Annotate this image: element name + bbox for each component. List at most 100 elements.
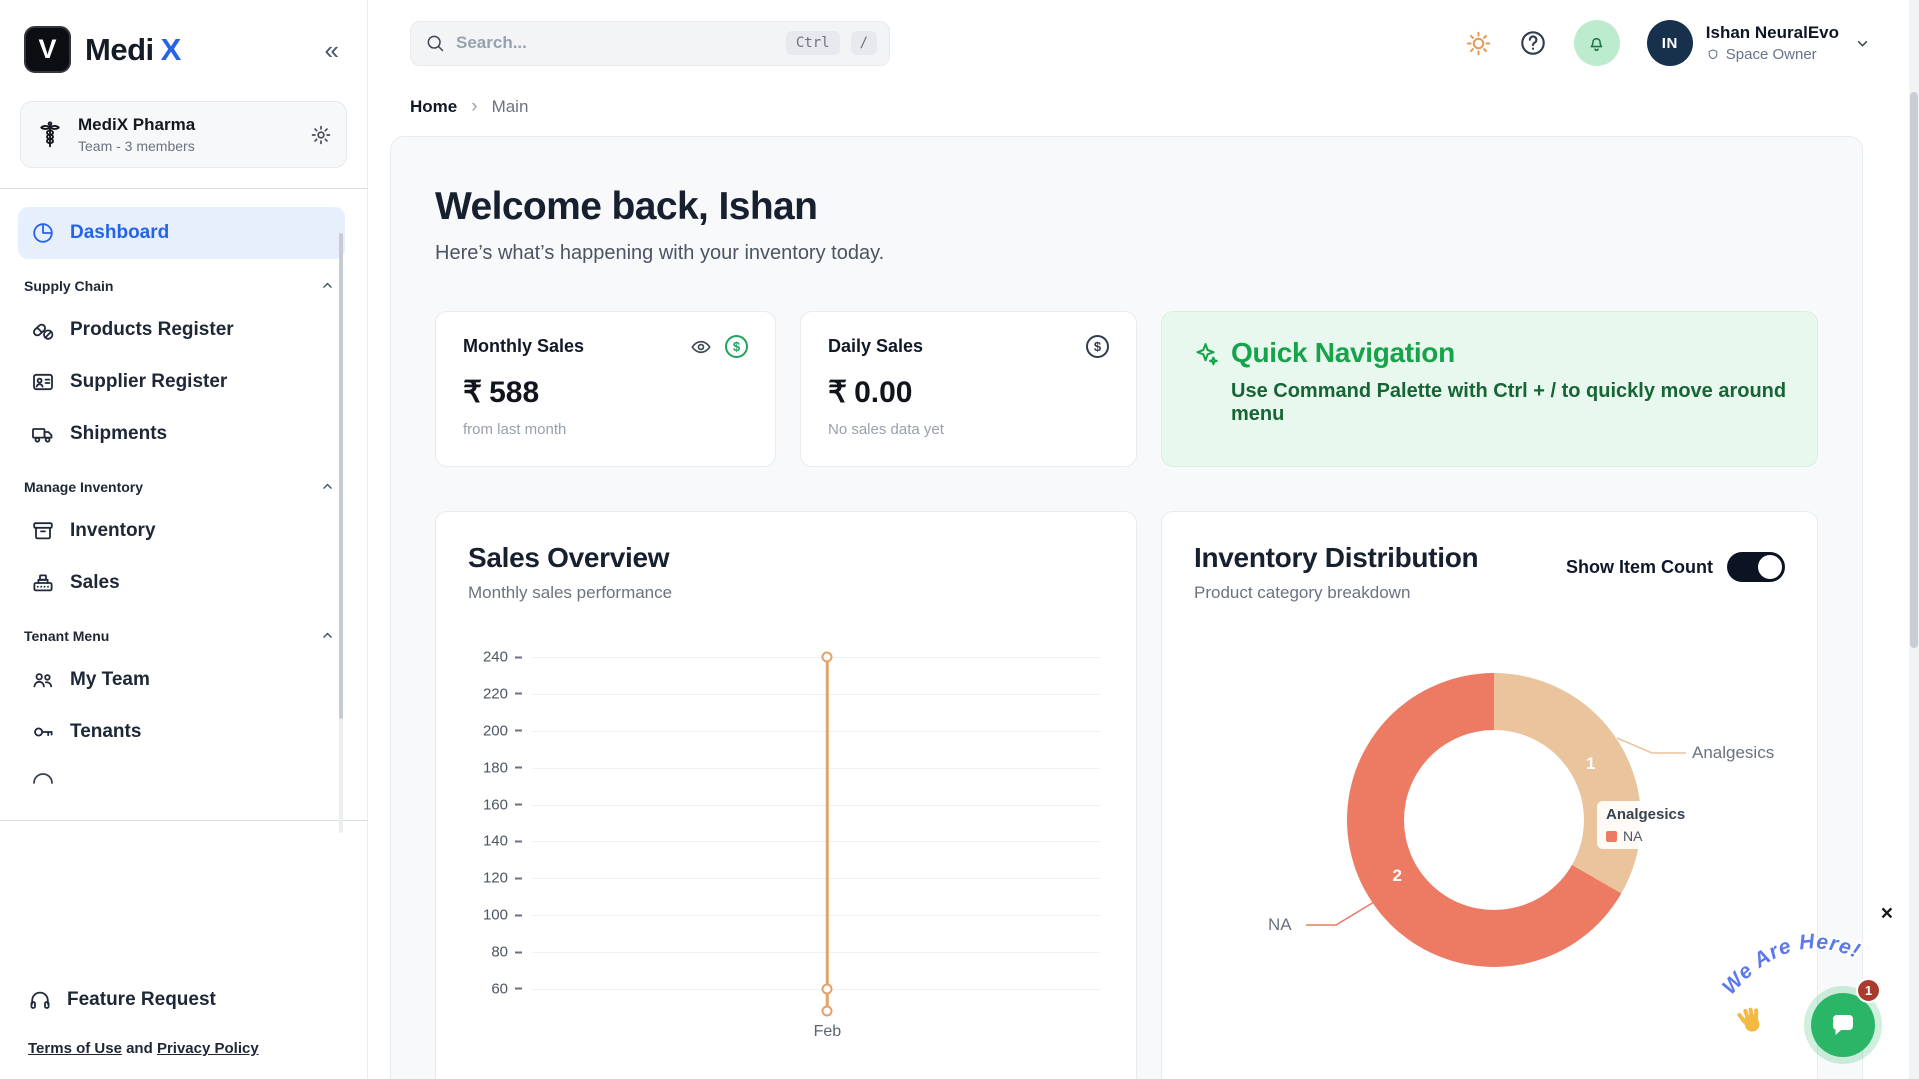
- sidebar-item-products-register[interactable]: Products Register: [18, 304, 345, 356]
- inventory-subtitle: Product category breakdown: [1194, 583, 1478, 603]
- quick-nav-description: Use Command Palette with Ctrl + / to qui…: [1231, 380, 1787, 426]
- sales-overview-subtitle: Monthly sales performance: [468, 583, 1104, 603]
- team-subtitle: Team - 3 members: [78, 138, 195, 154]
- sidebar-item-label: My Team: [70, 669, 150, 691]
- inventory-title: Inventory Distribution: [1194, 542, 1478, 574]
- daily-sales-title: Daily Sales: [828, 336, 923, 357]
- user-info: Ishan NeuralEvo Space Owner: [1706, 23, 1839, 63]
- dashboard-content: Welcome back, Ishan Here’s what’s happen…: [390, 136, 1863, 1079]
- brand-name: MediX: [85, 32, 181, 68]
- daily-sales-amount: 0.00: [854, 376, 912, 410]
- charts-row: Sales Overview Monthly sales performance…: [435, 511, 1818, 1079]
- user-name: Ishan NeuralEvo: [1706, 23, 1839, 43]
- app-window: V MediX « MediX Pharma Team - 3 members: [0, 0, 1919, 1079]
- sidebar-scrollbar-thumb[interactable]: [339, 233, 343, 719]
- donut-label-analgesics: Analgesics: [1692, 743, 1774, 763]
- section-label: Tenant Menu: [24, 628, 109, 644]
- sidebar: V MediX « MediX Pharma Team - 3 members: [0, 0, 368, 1079]
- clipped-item-icon: [31, 768, 55, 784]
- donut-label-na: NA: [1268, 915, 1292, 935]
- breadcrumb-current: Main: [492, 97, 529, 117]
- keycap-ctrl: Ctrl: [786, 31, 840, 55]
- terms-of-use-link[interactable]: Terms of Use: [28, 1040, 122, 1057]
- sidebar-item-label: Supplier Register: [70, 371, 227, 393]
- nav-item-partial[interactable]: [18, 768, 345, 784]
- sidebar-item-label: Sales: [70, 572, 120, 594]
- keycap-slash: /: [851, 31, 877, 55]
- section-manage-inventory[interactable]: Manage Inventory: [18, 460, 345, 505]
- quick-navigation-card: Quick Navigation Use Command Palette wit…: [1161, 311, 1818, 467]
- cash-register-icon: [31, 571, 55, 595]
- daily-sales-value: ₹0.00: [828, 375, 1109, 410]
- headphones-icon: [28, 988, 52, 1012]
- sidebar-item-dashboard[interactable]: Dashboard: [18, 207, 345, 259]
- privacy-policy-link[interactable]: Privacy Policy: [157, 1040, 259, 1057]
- sidebar-collapse-icon[interactable]: «: [321, 33, 343, 67]
- daily-sales-card: Daily Sales $ ₹0.00 No sales data yet: [800, 311, 1137, 467]
- user-role: Space Owner: [1706, 46, 1839, 63]
- breadcrumb-separator: ›: [471, 96, 477, 118]
- search-input[interactable]: [456, 33, 775, 53]
- svg-text:We Are Here!: We Are Here!: [1713, 925, 1868, 1001]
- ledger-card-icon: [31, 370, 55, 394]
- team-selector[interactable]: MediX Pharma Team - 3 members: [20, 101, 347, 168]
- sidebar-item-label: Tenants: [70, 721, 141, 743]
- shield-icon: [1706, 48, 1720, 62]
- feature-request-button[interactable]: Feature Request: [28, 988, 339, 1012]
- sidebar-item-label: Inventory: [70, 520, 156, 542]
- sidebar-footer: Feature Request Terms of Use and Privacy…: [0, 988, 367, 1079]
- rupee-symbol: ₹: [463, 375, 482, 410]
- search-icon: [425, 33, 445, 53]
- breadcrumb-home[interactable]: Home: [410, 97, 457, 117]
- show-item-count-toggle[interactable]: [1727, 552, 1785, 582]
- team-info: MediX Pharma Team - 3 members: [78, 115, 195, 154]
- team-settings-gear-icon[interactable]: [310, 124, 332, 146]
- tooltip-series: Analgesics: [1606, 806, 1685, 823]
- sales-overview-card: Sales Overview Monthly sales performance…: [435, 511, 1137, 1079]
- user-role-label: Space Owner: [1726, 46, 1817, 63]
- sidebar-item-tenants[interactable]: Tenants: [18, 706, 345, 758]
- sidebar-item-supplier-register[interactable]: Supplier Register: [18, 356, 345, 408]
- theme-toggle-sun-icon[interactable]: [1465, 30, 1492, 57]
- notifications-bell-icon[interactable]: [1574, 20, 1620, 66]
- legal-links: Terms of Use and Privacy Policy: [28, 1040, 339, 1057]
- sidebar-item-inventory[interactable]: Inventory: [18, 505, 345, 557]
- page-scrollbar-thumb[interactable]: [1910, 92, 1918, 648]
- brand-row: V MediX «: [0, 0, 367, 95]
- monthly-sales-title: Monthly Sales: [463, 336, 584, 357]
- user-menu[interactable]: IN Ishan NeuralEvo Space Owner: [1647, 20, 1873, 66]
- tooltip-swatch: [1606, 831, 1617, 842]
- sidebar-item-shipments[interactable]: Shipments: [18, 408, 345, 460]
- sparkles-icon: [1192, 340, 1219, 367]
- eye-icon[interactable]: [690, 336, 712, 358]
- sidebar-nav: Dashboard Supply Chain Products Register: [0, 189, 367, 821]
- section-tenant-menu[interactable]: Tenant Menu: [18, 609, 345, 654]
- help-icon[interactable]: [1519, 29, 1547, 57]
- sales-overview-title: Sales Overview: [468, 542, 1104, 574]
- plot-area: Feb: [532, 657, 1100, 1011]
- rupee-symbol: ₹: [828, 375, 847, 410]
- stats-row: Monthly Sales $ ₹588 f: [435, 311, 1818, 467]
- team-name: MediX Pharma: [78, 115, 195, 135]
- caduceus-icon: [35, 118, 65, 152]
- close-icon[interactable]: ×: [1881, 903, 1893, 924]
- sidebar-item-my-team[interactable]: My Team: [18, 654, 345, 706]
- dollar-circle-icon: $: [725, 335, 748, 358]
- chevron-up-icon: [318, 276, 337, 295]
- sales-chart: 2402202001801601401201008060 Feb: [468, 651, 1104, 1051]
- section-label: Supply Chain: [24, 278, 113, 294]
- conjunction-text: and: [126, 1040, 153, 1057]
- chat-unread-badge: 1: [1856, 978, 1881, 1003]
- page-subtitle: Here’s what’s happening with your invent…: [435, 242, 1818, 265]
- search-bar[interactable]: Ctrl /: [410, 21, 890, 66]
- topbar: Ctrl /: [368, 0, 1919, 86]
- sidebar-item-sales[interactable]: Sales: [18, 557, 345, 609]
- brand-accent: X: [161, 32, 181, 67]
- section-supply-chain[interactable]: Supply Chain: [18, 259, 345, 304]
- donut-tooltip: Analgesics NA: [1597, 801, 1694, 849]
- avatar[interactable]: IN: [1647, 20, 1693, 66]
- brand-first: Medi: [85, 32, 154, 67]
- key-icon: [31, 720, 55, 744]
- chevron-down-icon[interactable]: [1852, 33, 1873, 54]
- sidebar-item-label: Shipments: [70, 423, 167, 445]
